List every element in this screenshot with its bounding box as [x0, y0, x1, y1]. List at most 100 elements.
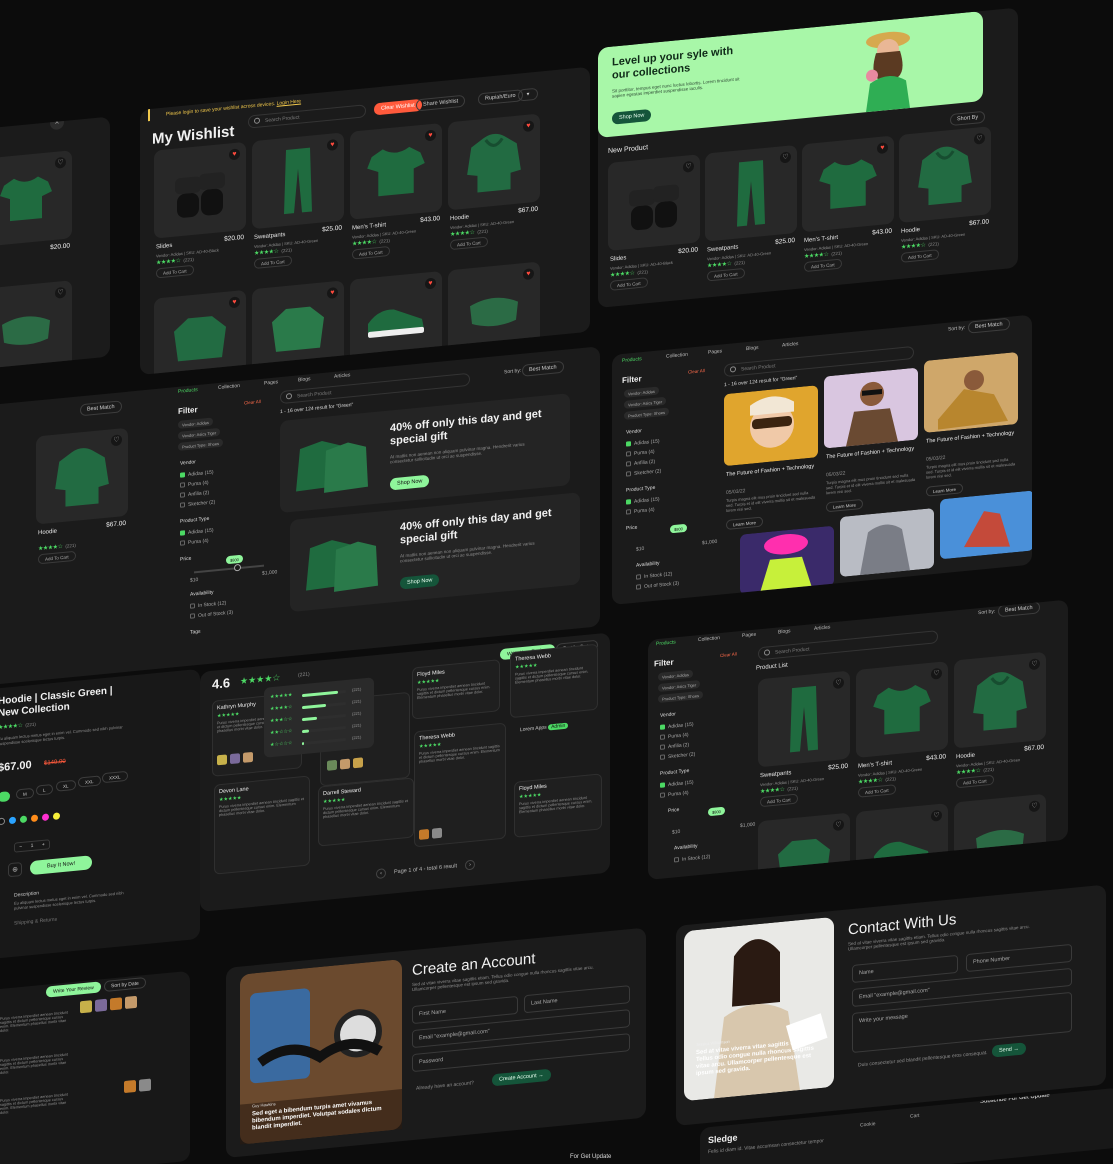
heart-icon[interactable]: ♡ [931, 809, 942, 822]
add-to-cart-button[interactable]: Add To Cart [450, 236, 488, 251]
add-to-cart-button[interactable]: Add To Cart [760, 793, 798, 808]
review-photos[interactable] [217, 751, 253, 766]
size-option[interactable]: L [36, 784, 53, 796]
vendor-option[interactable]: Anfilia (2) [626, 459, 655, 468]
wishlist-card[interactable]: ♥ Men's T-shirt $43.00 Vendor: Adidas | … [350, 122, 442, 260]
filter-chip[interactable]: Vendor: Adidas [658, 669, 693, 682]
product-card[interactable]: ♡ Men's T-shirt $43.00 Vendor: Adidas | … [856, 661, 948, 798]
language-select[interactable]: ▾ [518, 87, 538, 102]
type-option[interactable]: Puma (4) [626, 507, 655, 516]
tab-articles[interactable]: Articles [782, 341, 798, 349]
price-slider[interactable] [194, 563, 264, 574]
review-photos[interactable] [124, 1078, 151, 1094]
tab-collection[interactable]: Collection [698, 635, 720, 643]
product-card[interactable]: ♡ Hoodie $67.00 ★★★★☆ (221) Add To Cart [36, 427, 128, 565]
product-card[interactable]: ♡ Sweatpants $25.00 Vendor: Adidas | SKU… [758, 670, 850, 808]
sort-by-date-button[interactable]: Sort by Date [104, 976, 146, 993]
size-option[interactable]: XXL [78, 775, 101, 788]
promo-shop-button[interactable]: Shop Now [400, 573, 440, 590]
tab-pages[interactable]: Pages [264, 379, 278, 386]
type-option[interactable]: Adidas (15) [660, 780, 694, 789]
tab-blogs[interactable]: Blogs [298, 376, 311, 383]
heart-icon[interactable]: ♡ [1029, 800, 1040, 813]
review-photos[interactable] [80, 995, 137, 1014]
size-option-selected[interactable] [0, 791, 10, 803]
sort-button[interactable]: Short By [950, 110, 986, 127]
clear-all-link[interactable]: Clear All [720, 651, 737, 658]
review-photos[interactable] [327, 757, 363, 771]
vendor-option[interactable]: Sketcher (2) [180, 499, 215, 508]
add-to-cart-button[interactable]: Add To Cart [901, 249, 939, 263]
best-match-select[interactable]: Best Match [998, 601, 1040, 618]
heart-icon[interactable]: ♥ [229, 296, 240, 309]
availability-option[interactable]: In Stock (12) [190, 600, 226, 610]
clear-all-link[interactable]: Clear All [688, 368, 705, 375]
availability-option[interactable]: Out of Stock (3) [636, 581, 679, 591]
learn-more-button[interactable]: Learn More [926, 483, 964, 497]
tab-collection[interactable]: Collection [218, 383, 240, 391]
login-link[interactable]: Login Here [277, 98, 301, 106]
tab-articles[interactable]: Articles [814, 624, 830, 632]
learn-more-button[interactable]: Learn More [826, 498, 864, 513]
prev-page-button[interactable]: ‹ [376, 868, 386, 880]
promo-shop-button[interactable]: Shop Now [390, 474, 430, 491]
tab-articles[interactable]: Articles [334, 372, 350, 380]
availability-option[interactable]: Out of Stock (3) [190, 610, 233, 620]
share-wishlist-button[interactable]: Share Wishlist [416, 94, 466, 112]
quantity-stepper[interactable]: −1 + [14, 839, 50, 853]
clear-wishlist-button[interactable]: Clear Wishlist [374, 98, 422, 116]
learn-more-button[interactable]: Learn More [726, 516, 764, 531]
heart-icon[interactable]: ♡ [780, 151, 791, 164]
vendor-option[interactable]: Adidas (15) [626, 438, 660, 447]
type-option[interactable]: Puma (4) [660, 790, 689, 799]
vendor-option[interactable]: Anfilia (2) [180, 490, 209, 499]
heart-icon[interactable]: ♡ [55, 286, 66, 299]
wishlist-card[interactable]: ♥ Slides $20.00 Vendor: Adidas | SKU: AD… [154, 141, 246, 279]
vendor-option[interactable]: Puma (4) [660, 732, 689, 741]
filter-chip[interactable]: Vendor: Asics Tiger [624, 396, 667, 409]
vendor-option[interactable]: Adidas (15) [180, 469, 214, 478]
product-card[interactable]: ♡ Slides $20.00 Vendor: Adidas | SKU: AD… [608, 154, 700, 291]
phone-field[interactable]: Phone Number [966, 943, 1072, 973]
product-card[interactable]: ♡ [0, 280, 72, 370]
product-card[interactable]: ♡ [954, 793, 1046, 880]
wishlist-card[interactable]: ♥ Hoodie $67.00 Vendor: Adidas | SKU: AD… [448, 113, 540, 251]
add-to-cart-button[interactable]: Add To Cart [804, 258, 842, 273]
wishlist-card[interactable]: ♥ [350, 270, 442, 368]
tab-products[interactable]: Products [622, 356, 642, 364]
last-name-field[interactable]: Last Name [524, 985, 630, 1014]
buy-now-button[interactable]: Buy It Now! [30, 855, 92, 876]
next-page-button[interactable]: › [464, 859, 475, 871]
review-photos[interactable] [419, 827, 442, 840]
heart-icon[interactable]: ♥ [523, 268, 534, 281]
shop-now-button[interactable]: Shop Now [612, 108, 652, 125]
wishlist-card[interactable]: ♥ Sweatpants $25.00 Vendor: Adidas | SKU… [252, 132, 344, 270]
product-card[interactable]: ♡ [758, 812, 850, 880]
tab-blogs[interactable]: Blogs [746, 345, 759, 352]
size-option[interactable]: M [16, 787, 34, 800]
heart-icon[interactable]: ♡ [833, 819, 844, 832]
heart-icon[interactable]: ♡ [55, 156, 66, 169]
heart-icon[interactable]: ♥ [327, 138, 338, 151]
vendor-option[interactable]: Anfilia (2) [660, 742, 689, 751]
availability-option[interactable]: In Stock (12) [674, 854, 710, 864]
vendor-option[interactable]: Adidas (15) [660, 722, 694, 731]
send-button[interactable]: Send → [992, 1042, 1026, 1058]
name-field[interactable]: Name [852, 954, 958, 984]
size-option[interactable]: XXXL [102, 770, 128, 784]
color-swatches[interactable] [0, 812, 60, 826]
add-to-cart-button[interactable]: Add To Cart [352, 245, 390, 260]
product-card[interactable]: ♡ Hoodie $67.00 Vendor: Adidas | SKU: AD… [899, 126, 991, 263]
product-card[interactable]: ♡ Slides $20.00 [0, 150, 72, 251]
currency-select[interactable]: Rupiah/Euro [478, 89, 523, 106]
tab-pages[interactable]: Pages [708, 348, 722, 355]
add-to-cart-button[interactable]: Add To Cart [156, 264, 194, 279]
filter-chip[interactable]: Vendor: Asics Tiger [178, 427, 221, 440]
write-review-button[interactable]: Write Your Review [46, 981, 101, 998]
tab-products[interactable]: Products [178, 387, 198, 395]
add-to-cart-button[interactable]: Add To Cart [38, 550, 76, 565]
add-to-cart-button[interactable]: Add To Cart [610, 277, 648, 291]
vendor-option[interactable]: Sketcher (2) [660, 751, 695, 760]
vendor-option[interactable]: Sketcher (2) [626, 468, 661, 477]
create-account-button[interactable]: Create Account → [492, 1068, 551, 1087]
